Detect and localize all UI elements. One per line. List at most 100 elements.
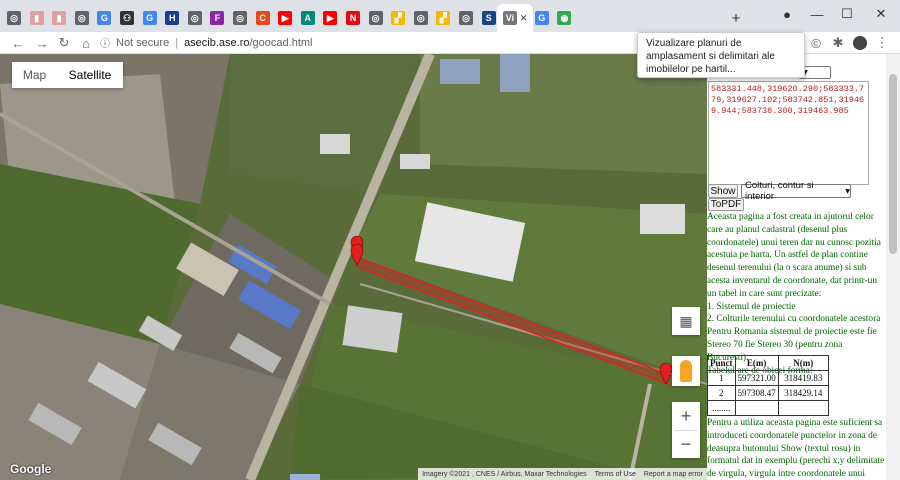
coordinates-textarea[interactable]: 583331.448,319620.290;583333.779,319627.… bbox=[708, 81, 869, 185]
table-row: 1 597321.00 318419.83 bbox=[707, 370, 829, 386]
tab-icon-doc: ▮ bbox=[52, 11, 67, 25]
tab-strip: ◎ ▮ ▮ ◎ G ⚇ G H ◎ F ◎ C ▶ A ▶ N ◎ ▞ ◎ ▞ ◎ S Vi ✕ G ◉ + ● — ☐ ✕ bbox=[0, 0, 900, 32]
google-logo: Google bbox=[10, 462, 52, 476]
not-secure-label: Not secure bbox=[116, 36, 170, 49]
tab-icon-google: G bbox=[142, 11, 157, 25]
avatar[interactable] bbox=[850, 33, 870, 53]
browser-tab[interactable]: ▞ bbox=[388, 6, 408, 30]
table-cell bbox=[777, 400, 829, 416]
url-separator: | bbox=[175, 36, 179, 49]
browser-tab[interactable]: Vi ✕ bbox=[497, 4, 534, 32]
maximize-icon[interactable]: ☐ bbox=[832, 0, 862, 28]
browser-tab[interactable]: G bbox=[532, 6, 552, 30]
tab-icon-youtube: ▶ bbox=[278, 11, 293, 25]
tab-icon-s: S bbox=[481, 11, 496, 25]
browser-tab[interactable]: ◎ bbox=[411, 6, 431, 30]
browser-tab[interactable]: G bbox=[140, 6, 160, 30]
browser-tab[interactable]: ◎ bbox=[4, 6, 24, 30]
table-header: E(m) bbox=[734, 355, 779, 371]
browser-tab[interactable]: ⚇ bbox=[117, 6, 137, 30]
tab-icon-generic: ◎ bbox=[413, 11, 428, 25]
tab-icon-c: C bbox=[255, 11, 270, 25]
menu-icon[interactable]: ⋮ bbox=[872, 33, 892, 53]
browser-tab[interactable]: ▮ bbox=[27, 6, 47, 30]
table-row: ........ bbox=[707, 400, 829, 416]
table-cell: 318429.14 bbox=[777, 385, 829, 401]
map-view-button[interactable]: Map bbox=[12, 68, 57, 82]
info-panel: ▾ 583331.448,319620.290;583333.779,31962… bbox=[707, 54, 900, 480]
browser-tab[interactable]: ◎ bbox=[185, 6, 205, 30]
list-item: 1. Sistemul de proiectie bbox=[707, 301, 796, 312]
table-cell bbox=[734, 400, 779, 416]
profile-icon[interactable]: ● bbox=[772, 0, 802, 28]
description-paragraph: Aceasta pagina a fost creata in ajutorul… bbox=[707, 212, 881, 299]
close-window-icon[interactable]: ✕ bbox=[866, 0, 896, 28]
tab-icon-generic: ◎ bbox=[233, 11, 247, 25]
map-type-control: Map Satellite bbox=[12, 62, 123, 88]
minimize-icon[interactable]: — bbox=[802, 0, 832, 28]
topdf-button[interactable]: ToPDF bbox=[708, 198, 744, 211]
display-mode-select[interactable]: Colturi, contur si interior ▾ bbox=[741, 180, 851, 202]
browser-tab[interactable]: ▞ bbox=[433, 6, 453, 30]
browser-tab[interactable]: ◎ bbox=[456, 6, 476, 30]
table-cell: 2 bbox=[707, 385, 736, 401]
browser-tab[interactable]: N bbox=[343, 6, 363, 30]
tab-icon-chart: ▞ bbox=[436, 11, 451, 25]
browser-tab[interactable]: H bbox=[162, 6, 182, 30]
zoom-out-button[interactable]: − bbox=[675, 430, 697, 458]
table-cell: 1 bbox=[707, 370, 736, 386]
tab-hover-tooltip: Vizualizare planuri de amplasament si de… bbox=[637, 32, 805, 88]
show-button[interactable]: Show bbox=[708, 184, 738, 198]
tab-icon-vi: Vi bbox=[502, 11, 517, 25]
terms-link[interactable]: Terms of Use bbox=[595, 471, 636, 478]
browser-tab[interactable]: F bbox=[207, 6, 227, 30]
tab-icon-youtube: ▶ bbox=[323, 11, 338, 25]
back-icon[interactable]: ← bbox=[8, 33, 28, 53]
report-error-link[interactable]: Report a map error bbox=[644, 471, 703, 478]
browser-tab[interactable]: ◉ bbox=[554, 6, 574, 30]
reload-icon[interactable]: ↻ bbox=[54, 33, 74, 53]
pegman-icon[interactable] bbox=[672, 356, 700, 386]
browser-tab[interactable]: C bbox=[253, 6, 273, 30]
browser-tab[interactable]: ◎ bbox=[366, 6, 386, 30]
new-tab-button[interactable]: + bbox=[726, 6, 746, 30]
browser-tab[interactable]: ▶ bbox=[275, 6, 295, 30]
satellite-view-button[interactable]: Satellite bbox=[57, 68, 123, 82]
zoom-control: + − bbox=[672, 402, 700, 458]
tab-icon-google: G bbox=[534, 11, 549, 25]
browser-tab[interactable]: ◎ bbox=[72, 6, 92, 30]
browser-tab[interactable]: ◎ bbox=[230, 6, 250, 30]
browser-tab[interactable]: ▶ bbox=[320, 6, 340, 30]
table-cell: ........ bbox=[707, 400, 736, 416]
panel-scrollbar[interactable] bbox=[886, 54, 900, 480]
tab-icon-f: F bbox=[210, 11, 225, 25]
tab-icon-netflix: N bbox=[346, 11, 360, 25]
table-cell: 597321.00 bbox=[734, 370, 779, 386]
browser-tab[interactable]: G bbox=[94, 6, 114, 30]
scrollbar-thumb[interactable] bbox=[889, 74, 897, 254]
display-mode-value: Colturi, contur si interior bbox=[745, 180, 814, 202]
table-cell: 597308.47 bbox=[734, 385, 779, 401]
satellite-map[interactable]: Map Satellite ▦ + − Google Imagery ©2021… bbox=[0, 54, 707, 480]
browser-tab[interactable]: S bbox=[479, 6, 499, 30]
browser-tab[interactable]: A bbox=[298, 6, 318, 30]
tab-icon-generic: ◎ bbox=[7, 11, 21, 25]
tab-icon-person: ⚇ bbox=[120, 11, 134, 25]
browser-tab[interactable]: ▮ bbox=[49, 6, 69, 30]
close-tab-icon[interactable]: ✕ bbox=[520, 13, 528, 24]
zoom-in-button[interactable]: + bbox=[681, 402, 692, 430]
map-attribution: Imagery ©2021 , CNES / Airbus, Maxar Tec… bbox=[418, 468, 707, 480]
table-row: 2 597308.47 318429.14 bbox=[707, 385, 829, 401]
address-bar[interactable]: ⓘ Not secure | asecib.ase.ro/goocad.html bbox=[100, 35, 312, 51]
tab-icon-a: A bbox=[300, 11, 315, 25]
extension-c-icon[interactable]: © bbox=[806, 33, 826, 53]
fullscreen-grid-icon[interactable]: ▦ bbox=[672, 307, 700, 335]
table-cell: 318419.83 bbox=[777, 370, 829, 386]
extensions-icon[interactable]: ✱ bbox=[828, 33, 848, 53]
tooltip-host: asecib.ase.ro bbox=[646, 78, 700, 88]
tab-icon-generic: ◎ bbox=[74, 11, 89, 25]
forward-icon[interactable]: → bbox=[32, 33, 52, 53]
tab-icon-chart: ▞ bbox=[391, 11, 406, 25]
tab-icon-doc: ▮ bbox=[29, 11, 44, 25]
home-icon[interactable]: ⌂ bbox=[76, 33, 96, 53]
